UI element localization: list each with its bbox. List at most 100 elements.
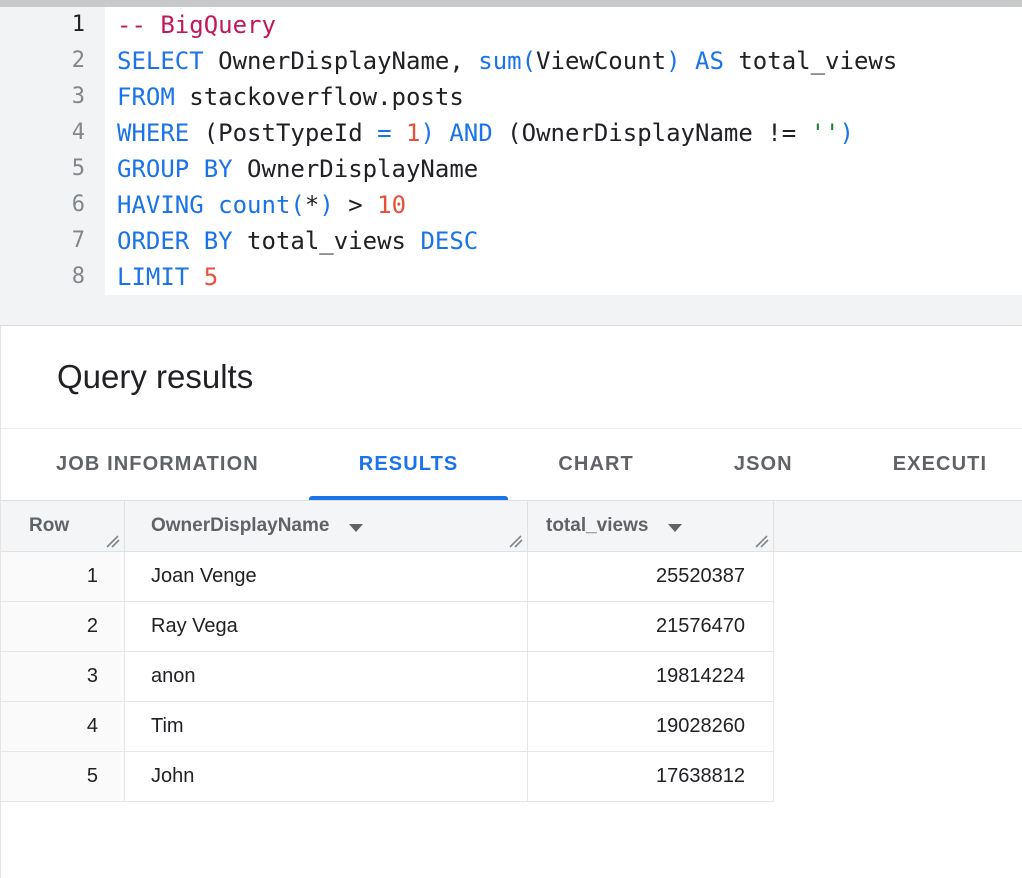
code-line[interactable]: 1 -- BigQuery — [0, 7, 1022, 43]
tab-label: RESULTS — [359, 453, 459, 476]
cell-row-number: 5 — [1, 752, 125, 801]
line-number: 7 — [0, 223, 85, 259]
line-number: 2 — [0, 43, 85, 79]
sql-token-keyword: = — [377, 119, 391, 147]
sql-token-keyword: count( — [218, 191, 305, 219]
column-header-owner: OwnerDisplayName — [125, 501, 528, 551]
top-divider-strip — [0, 0, 1022, 7]
cell-owner-display-name: John — [125, 752, 528, 801]
editor-footer-band — [0, 295, 1022, 325]
cell-row-number: 2 — [1, 602, 125, 651]
line-number: 3 — [0, 79, 85, 115]
sql-token-number: 10 — [377, 191, 406, 219]
column-resize-handle-icon[interactable] — [106, 535, 121, 548]
sql-token-plain — [435, 119, 449, 147]
sql-token-plain: ViewCount — [536, 47, 666, 75]
results-tabbar: JOB INFORMATION RESULTS CHART JSON EXECUTI — [1, 429, 1022, 501]
sql-token-keyword: LIMIT — [117, 263, 189, 291]
bigquery-console: 1 -- BigQuery 2 SELECT OwnerDisplayName, su… — [0, 0, 1022, 878]
code-text: ORDER BY total_views DESC — [117, 223, 478, 259]
query-results-header: Query results — [1, 326, 1022, 429]
code-text: GROUP BY OwnerDisplayName — [117, 151, 478, 187]
table-row: 3anon19814224 — [1, 652, 774, 702]
code-line[interactable]: 6 HAVING count(*) > 10 — [0, 187, 1022, 223]
column-dropdown-caret-icon[interactable] — [349, 524, 363, 532]
table-row: 2Ray Vega21576470 — [1, 602, 774, 652]
column-dropdown-caret-icon[interactable] — [668, 524, 682, 532]
cell-total-views: 19028260 — [528, 702, 774, 751]
results-table: Row OwnerDisplayName total_views 1Joan Ven… — [1, 501, 1022, 802]
sql-token-plain — [204, 191, 218, 219]
sql-token-keyword: WHERE — [117, 119, 189, 147]
sql-token-plain: * — [305, 191, 319, 219]
sql-token-string: '' — [811, 119, 840, 147]
line-number: 1 — [0, 7, 85, 43]
line-number: 5 — [0, 151, 85, 187]
sql-token-comment: -- BigQuery — [117, 11, 276, 39]
code-line[interactable]: 5 GROUP BY OwnerDisplayName — [0, 151, 1022, 187]
tab-execution[interactable]: EXECUTI — [843, 429, 1022, 500]
code-text: HAVING count(*) > 10 — [117, 187, 406, 223]
sql-token-keyword: FROM — [117, 83, 175, 111]
active-tab-indicator — [309, 496, 509, 500]
sql-token-keyword: DESC — [420, 227, 478, 255]
sql-token-keyword: HAVING — [117, 191, 204, 219]
sql-token-number: 5 — [204, 263, 218, 291]
tab-job-information[interactable]: JOB INFORMATION — [6, 429, 309, 500]
tab-json[interactable]: JSON — [684, 429, 843, 500]
cell-total-views: 21576470 — [528, 602, 774, 651]
tab-label: JSON — [734, 453, 793, 476]
cell-owner-display-name: Ray Vega — [125, 602, 528, 651]
sql-token-plain: > — [334, 191, 377, 219]
sql-token-plain: OwnerDisplayName — [233, 155, 479, 183]
cell-total-views: 19814224 — [528, 652, 774, 701]
cell-row-number: 4 — [1, 702, 125, 751]
column-header-label: OwnerDisplayName — [151, 515, 329, 537]
code-text: SELECT OwnerDisplayName, sum(ViewCount) … — [117, 43, 897, 79]
sql-token-keyword: GROUP BY — [117, 155, 233, 183]
sql-token-plain: (PostTypeId — [189, 119, 377, 147]
cell-total-views: 25520387 — [528, 552, 774, 601]
sql-token-plain: OwnerDisplayName, — [204, 47, 479, 75]
cell-row-number: 1 — [1, 552, 125, 601]
sql-code-area[interactable]: 1 -- BigQuery 2 SELECT OwnerDisplayName, su… — [0, 7, 1022, 295]
cell-total-views: 17638812 — [528, 752, 774, 801]
sql-token-plain — [681, 47, 695, 75]
sql-token-plain: total_views — [724, 47, 897, 75]
sql-token-keyword: ) — [319, 191, 333, 219]
column-header-filler — [774, 501, 1022, 551]
sql-token-keyword: ) — [666, 47, 680, 75]
column-header-views: total_views — [528, 501, 774, 551]
tab-label: CHART — [558, 453, 634, 476]
tab-label: JOB INFORMATION — [56, 453, 259, 476]
sql-token-keyword: ORDER BY — [117, 227, 233, 255]
tab-results[interactable]: RESULTS — [309, 429, 509, 500]
table-row: 1Joan Venge25520387 — [1, 552, 774, 602]
code-line[interactable]: 3 FROM stackoverflow.posts — [0, 79, 1022, 115]
column-resize-handle-icon[interactable] — [755, 535, 770, 548]
column-resize-handle-icon[interactable] — [509, 535, 524, 548]
cell-owner-display-name: Tim — [125, 702, 528, 751]
sql-token-number: 1 — [406, 119, 420, 147]
column-header-label: Row — [29, 515, 69, 537]
sql-token-keyword: SELECT — [117, 47, 204, 75]
sql-editor[interactable]: 1 -- BigQuery 2 SELECT OwnerDisplayName, su… — [0, 7, 1022, 326]
cell-owner-display-name: anon — [125, 652, 528, 701]
column-header-label: total_views — [546, 515, 648, 537]
query-results-panel: Query results JOB INFORMATION RESULTS CHAR… — [0, 326, 1022, 878]
tab-chart[interactable]: CHART — [508, 429, 684, 500]
line-number: 8 — [0, 259, 85, 295]
code-text: WHERE (PostTypeId = 1) AND (OwnerDisplay… — [117, 115, 854, 151]
code-line[interactable]: 2 SELECT OwnerDisplayName, sum(ViewCount)… — [0, 43, 1022, 79]
table-row: 5John17638812 — [1, 752, 774, 802]
sql-token-keyword: AND — [449, 119, 492, 147]
code-line[interactable]: 7 ORDER BY total_views DESC — [0, 223, 1022, 259]
code-line[interactable]: 4WHERE (PostTypeId = 1) AND (OwnerDispla… — [0, 115, 1022, 151]
code-line[interactable]: 8 LIMIT 5 — [0, 259, 1022, 295]
sql-token-plain: total_views — [233, 227, 421, 255]
tab-label: EXECUTI — [893, 453, 987, 476]
sql-token-plain: (OwnerDisplayName != — [493, 119, 811, 147]
line-number: 6 — [0, 187, 85, 223]
sql-token-keyword: AS — [695, 47, 724, 75]
code-text: FROM stackoverflow.posts — [117, 79, 464, 115]
